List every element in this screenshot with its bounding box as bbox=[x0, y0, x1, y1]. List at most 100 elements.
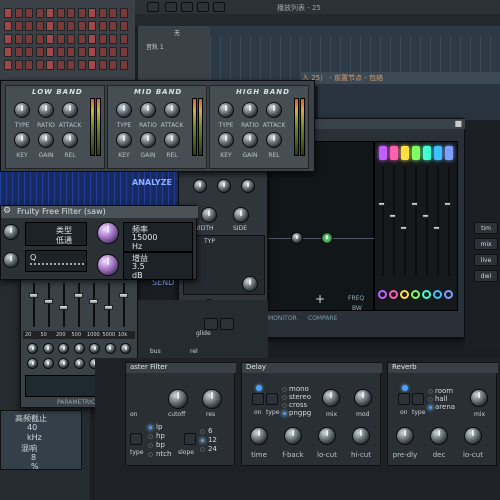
reverb-type-radio[interactable] bbox=[428, 389, 433, 394]
step-button[interactable] bbox=[88, 47, 96, 57]
mini-button[interactable] bbox=[204, 318, 218, 330]
step-button[interactable] bbox=[4, 8, 12, 18]
reverb-on-button[interactable] bbox=[398, 393, 410, 405]
type-knob[interactable] bbox=[3, 224, 19, 240]
param-knob[interactable] bbox=[27, 358, 38, 369]
step-button[interactable] bbox=[14, 8, 23, 18]
step-button[interactable] bbox=[88, 60, 96, 70]
eq-bottom-knob[interactable] bbox=[14, 132, 30, 148]
toolbar-tool-button[interactable] bbox=[165, 2, 177, 12]
band-color-ring[interactable] bbox=[444, 290, 453, 299]
step-button[interactable] bbox=[109, 47, 117, 57]
band-fader-handle[interactable] bbox=[444, 202, 451, 206]
reverb-knob[interactable] bbox=[396, 427, 414, 445]
param-fader-handle[interactable] bbox=[74, 293, 83, 298]
step-button[interactable] bbox=[67, 60, 75, 70]
band-fader-handle[interactable] bbox=[411, 202, 418, 206]
band-color-ring[interactable] bbox=[378, 290, 387, 299]
reverb-type-button[interactable] bbox=[412, 393, 424, 405]
eq-top-knob[interactable] bbox=[218, 102, 234, 118]
step-button[interactable] bbox=[4, 47, 12, 57]
band-fader-handle[interactable] bbox=[433, 226, 440, 230]
step-button[interactable] bbox=[98, 60, 107, 70]
step-button[interactable] bbox=[119, 21, 128, 31]
side-knob[interactable] bbox=[217, 179, 231, 193]
step-button[interactable] bbox=[67, 8, 75, 18]
step-button[interactable] bbox=[35, 8, 44, 18]
side-button[interactable]: mix bbox=[474, 238, 498, 250]
band-color-tab[interactable] bbox=[423, 146, 431, 160]
step-button[interactable] bbox=[4, 21, 12, 31]
step-button[interactable] bbox=[14, 47, 23, 57]
band-fader-handle[interactable] bbox=[378, 202, 385, 206]
step-button[interactable] bbox=[67, 47, 75, 57]
compare-label[interactable]: COMPARE bbox=[308, 315, 337, 322]
step-button[interactable] bbox=[119, 8, 128, 18]
step-button[interactable] bbox=[25, 21, 33, 31]
gain-knob[interactable] bbox=[241, 179, 255, 193]
step-button[interactable] bbox=[88, 34, 96, 44]
analyze-button[interactable]: ANALYZE bbox=[132, 178, 172, 187]
slope-radio[interactable] bbox=[200, 429, 205, 434]
param-knob[interactable] bbox=[58, 343, 69, 354]
gain-knob[interactable] bbox=[97, 254, 119, 276]
band-color-tab[interactable] bbox=[445, 146, 453, 160]
step-button[interactable] bbox=[35, 34, 44, 44]
reverb-knob[interactable] bbox=[430, 427, 448, 445]
param-fader-handle[interactable] bbox=[29, 293, 38, 298]
close-icon[interactable]: ■ bbox=[454, 119, 462, 128]
reverb-power-led[interactable] bbox=[402, 385, 408, 391]
step-button[interactable] bbox=[77, 21, 86, 31]
filter-type-radio[interactable] bbox=[148, 434, 153, 439]
reverb-knob[interactable] bbox=[464, 427, 482, 445]
eq-top-knob[interactable] bbox=[62, 102, 78, 118]
step-button[interactable] bbox=[119, 60, 128, 70]
delay-mix-knob[interactable] bbox=[322, 389, 340, 407]
side-button[interactable]: live bbox=[474, 254, 498, 266]
step-button[interactable] bbox=[109, 21, 117, 31]
step-button[interactable] bbox=[4, 60, 12, 70]
reverb-type-radio[interactable] bbox=[428, 397, 433, 402]
param-fader-handle[interactable] bbox=[44, 299, 53, 304]
delay-type-radio[interactable] bbox=[282, 395, 287, 400]
step-button[interactable] bbox=[14, 34, 23, 44]
delay-type-radio[interactable] bbox=[282, 387, 287, 392]
param-knob[interactable] bbox=[89, 343, 100, 354]
eq-bottom-knob[interactable] bbox=[266, 132, 282, 148]
step-button[interactable] bbox=[56, 8, 65, 18]
delay-knob[interactable] bbox=[318, 427, 336, 445]
band-fader-handle[interactable] bbox=[389, 214, 396, 218]
param-knob[interactable] bbox=[27, 343, 38, 354]
step-button[interactable] bbox=[98, 8, 107, 18]
step-button[interactable] bbox=[109, 8, 117, 18]
band-color-ring[interactable] bbox=[422, 290, 431, 299]
dry-knob[interactable] bbox=[233, 207, 249, 223]
step-button[interactable] bbox=[119, 34, 128, 44]
delay-power-led[interactable] bbox=[256, 385, 262, 391]
eq-top-knob[interactable] bbox=[116, 102, 132, 118]
width-knob[interactable] bbox=[193, 179, 207, 193]
eq-bottom-knob[interactable] bbox=[62, 132, 78, 148]
delay-type-radio[interactable] bbox=[282, 411, 287, 416]
toolbar-tool-button[interactable] bbox=[147, 2, 159, 12]
eq-bottom-knob[interactable] bbox=[140, 132, 156, 148]
band-fader-handle[interactable] bbox=[400, 226, 407, 230]
eq-node[interactable] bbox=[321, 232, 333, 244]
filter-type-button[interactable] bbox=[130, 433, 142, 445]
mix-knob[interactable] bbox=[201, 207, 217, 223]
step-button[interactable] bbox=[46, 21, 54, 31]
step-button[interactable] bbox=[35, 47, 44, 57]
delay-on-button[interactable] bbox=[252, 393, 264, 405]
step-button[interactable] bbox=[98, 34, 107, 44]
q-knob[interactable] bbox=[3, 252, 19, 268]
band-color-ring[interactable] bbox=[411, 290, 420, 299]
slope-radio[interactable] bbox=[200, 438, 205, 443]
param-knob[interactable] bbox=[120, 343, 131, 354]
reverb-mix-knob[interactable] bbox=[470, 389, 488, 407]
delay-mod-knob[interactable] bbox=[354, 389, 372, 407]
eq-node[interactable] bbox=[291, 232, 303, 244]
band-color-tab[interactable] bbox=[401, 146, 409, 160]
band-color-tab[interactable] bbox=[379, 146, 387, 160]
step-button[interactable] bbox=[14, 60, 23, 70]
side-button[interactable]: tim bbox=[474, 222, 498, 234]
